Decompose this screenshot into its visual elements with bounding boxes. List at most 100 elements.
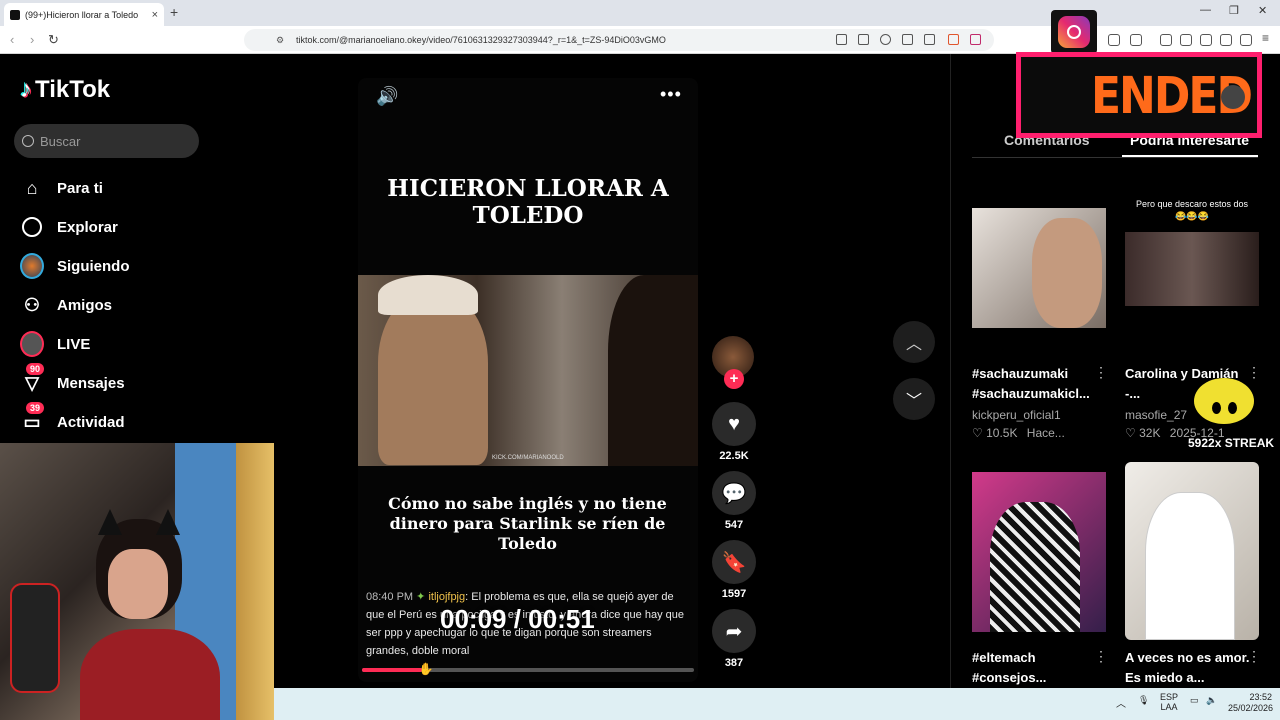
comment-count: 547 — [724, 519, 744, 531]
tab-underline — [1122, 155, 1258, 157]
back-icon[interactable]: ‹ — [10, 32, 14, 47]
card-title[interactable]: #sachauzumaki #sachauzumakicl... — [972, 364, 1102, 404]
comment-button[interactable]: 💬 547 — [712, 471, 756, 531]
nav-item-actividad[interactable]: ▭ 39 Actividad — [20, 402, 125, 434]
video-progress-bar[interactable]: ✋ — [362, 662, 694, 676]
home-icon: ⌂ — [26, 177, 38, 198]
language-indicator[interactable]: ESP LAA — [1160, 692, 1178, 712]
video-thumbnail[interactable] — [972, 472, 1106, 632]
leo-ai-icon[interactable] — [1220, 34, 1232, 46]
window-close-icon[interactable]: ✕ — [1258, 4, 1267, 17]
like-button[interactable]: ♥ 22.5K — [712, 402, 756, 462]
like-count: 22.5K — [719, 450, 749, 462]
mic-icon[interactable]: 🎙 — [1138, 695, 1149, 706]
heart-outline-icon: ♡ — [1125, 426, 1140, 440]
share-count: 387 — [724, 657, 744, 669]
cast-icon[interactable] — [902, 34, 913, 45]
share-icon[interactable] — [924, 34, 935, 45]
more-icon[interactable]: ⋮ — [1094, 648, 1108, 665]
nav-item-mensajes[interactable]: ▽ 90 Mensajes — [20, 363, 125, 395]
tab-close-icon[interactable]: × — [152, 9, 158, 21]
save-button[interactable]: 🔖 1597 — [712, 540, 756, 600]
card-title[interactable]: #eltemach #consejos... — [972, 648, 1102, 688]
reload-icon[interactable]: ↻ — [48, 32, 59, 48]
activity-badge: 39 — [26, 402, 45, 414]
activity-icon: ▭ 39 — [20, 402, 45, 434]
microphone — [10, 583, 60, 693]
tray-chevron-icon[interactable]: ︿ — [1116, 695, 1126, 710]
streamer — [80, 509, 220, 720]
music-icon[interactable] — [1160, 34, 1172, 46]
menu-icon[interactable]: ≡ — [1262, 31, 1274, 45]
nav-item-para-ti[interactable]: ⌂ Para ti — [20, 176, 103, 200]
nav-item-live[interactable]: LIVE — [20, 331, 90, 357]
follow-button[interactable]: + — [724, 369, 744, 389]
extension-icon[interactable] — [1130, 34, 1142, 46]
thumbnail-caption: Pero que descaro estos dos 😂😂😂 — [1135, 199, 1249, 221]
tiktok-logo[interactable]: ♪ TikTok — [20, 76, 110, 104]
network-icon[interactable]: ▭ — [1190, 695, 1199, 706]
minimize-icon[interactable]: — — [1200, 4, 1211, 16]
hand-cursor-icon: ✋ — [418, 662, 434, 676]
nav-label: Para ti — [57, 179, 103, 197]
translate-icon[interactable] — [858, 34, 869, 45]
next-video-button[interactable]: ﹀ — [893, 378, 935, 420]
search-placeholder: Buscar — [40, 133, 81, 149]
more-icon[interactable]: ⋮ — [1094, 364, 1108, 381]
comment-icon: 💬 — [712, 471, 756, 515]
instagram-icon — [1058, 16, 1090, 48]
more-icon[interactable]: ⋮ — [1247, 648, 1261, 665]
search-icon — [22, 135, 34, 147]
volume-icon[interactable]: 🔊 — [376, 86, 398, 107]
bookmark-icon: 🔖 — [712, 540, 756, 584]
reader-icon[interactable] — [836, 34, 847, 45]
messages-badge: 90 — [26, 363, 45, 375]
video-thumbnail[interactable]: Pero que descaro estos dos 😂😂😂 — [1125, 194, 1259, 306]
forward-icon[interactable]: › — [30, 32, 34, 47]
sidebar-icon[interactable] — [1180, 34, 1192, 46]
mascot-icon — [1194, 378, 1254, 424]
nav-item-siguiendo[interactable]: Siguiendo — [20, 253, 130, 279]
more-options-icon[interactable]: ••• — [660, 84, 682, 105]
previous-video-button[interactable]: ︿ — [893, 321, 935, 363]
extension-icon[interactable] — [1108, 34, 1120, 46]
messages-icon: ▽ 90 — [20, 363, 45, 395]
browser-tab[interactable]: (99+)Hicieron llorar a Toledo × — [4, 3, 164, 26]
live-avatar-icon — [20, 331, 44, 357]
clock-time: 23:52 — [1249, 692, 1272, 702]
share-arrow-icon: ➦ — [712, 609, 756, 653]
streamer-webcam — [0, 443, 274, 720]
clock[interactable]: 23:52 25/02/2026 — [1228, 692, 1274, 714]
nav-item-amigos[interactable]: ⚇ Amigos — [20, 293, 112, 317]
speaker-icon[interactable]: 🔈 — [1206, 695, 1217, 706]
video-headline: HICIERON LLORAR A TOLEDO — [387, 175, 669, 229]
vpn-icon[interactable] — [1240, 34, 1252, 46]
search-input[interactable]: Buscar — [14, 124, 199, 158]
card-user[interactable]: kickperu_oficial1 — [972, 408, 1102, 422]
nav-label: Amigos — [57, 296, 113, 314]
site-info-icon[interactable]: ⚙ — [276, 35, 284, 46]
clock-date: 25/02/2026 — [1228, 703, 1274, 713]
video-watermark: KICK.COM/MARIANOOLD — [492, 455, 564, 461]
share-button[interactable]: ➦ 387 — [712, 609, 756, 669]
maximize-icon[interactable]: ❐ — [1229, 4, 1239, 17]
card-title[interactable]: A veces no es amor. Es miedo a... — [1125, 648, 1255, 688]
likes-value: 10.5K — [986, 426, 1018, 440]
video-thumbnail[interactable] — [1125, 462, 1259, 640]
brave-shield-icon[interactable] — [948, 34, 959, 45]
video-thumbnail[interactable] — [972, 208, 1106, 328]
new-tab-button[interactable]: + — [170, 4, 178, 20]
nav-label: Siguiendo — [57, 257, 130, 275]
rewards-icon[interactable] — [970, 34, 981, 45]
likes-value: 32K — [1139, 426, 1161, 440]
zoom-icon[interactable] — [880, 34, 891, 45]
wallet-icon[interactable] — [1200, 34, 1212, 46]
tab-title: (99+)Hicieron llorar a Toledo — [25, 9, 139, 20]
ended-overlay: ENDED — [1016, 52, 1262, 138]
overlay-avatar — [1221, 85, 1245, 109]
nav-item-explorar[interactable]: Explorar — [20, 215, 118, 239]
video-frame: KICK.COM/MARIANOOLD — [358, 275, 698, 466]
progress-fill — [362, 668, 422, 672]
verified-icon: ✦ — [416, 591, 429, 603]
streak-text: 5922x STREAK — [1188, 436, 1275, 450]
